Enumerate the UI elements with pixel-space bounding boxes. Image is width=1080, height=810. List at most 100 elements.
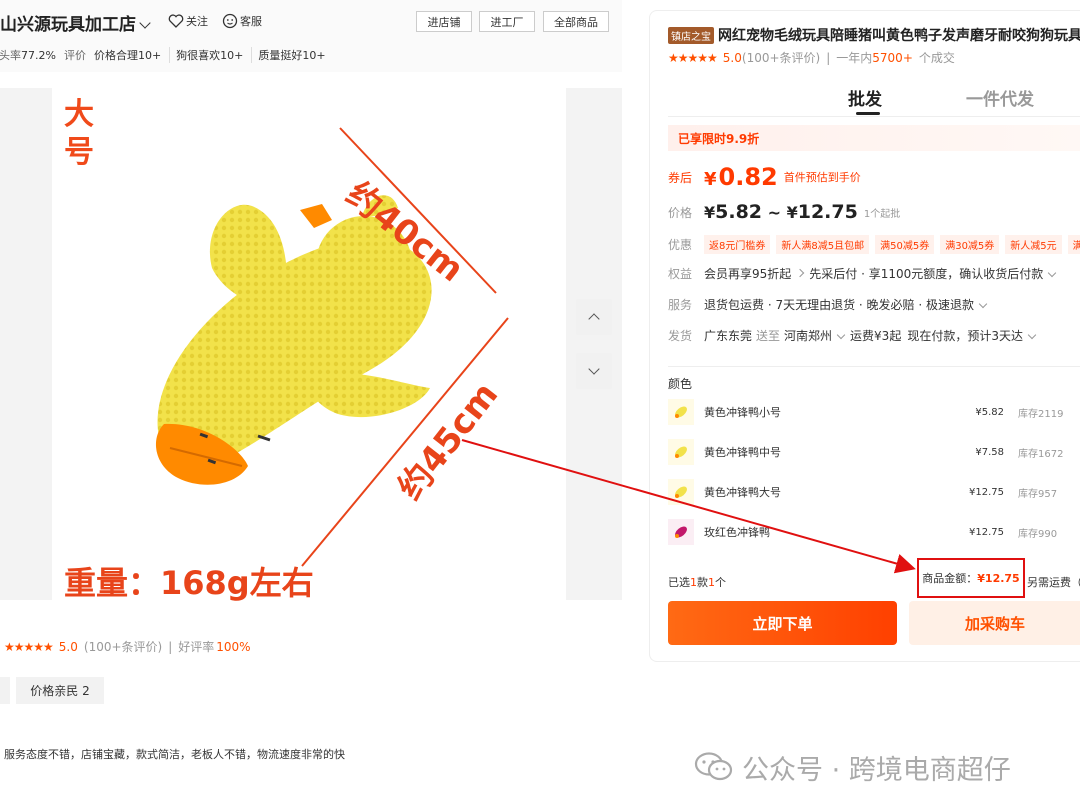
selected-prefix: 已选 bbox=[668, 576, 690, 589]
currency-symbol: ¥ bbox=[704, 169, 717, 190]
shipping-eta: 现在付款，预计3天达 bbox=[907, 329, 1023, 343]
price-low: 5.82 bbox=[715, 201, 763, 223]
tab-dropship[interactable]: 一件代发 bbox=[966, 85, 1034, 110]
enter-store-button[interactable]: 进店铺 bbox=[416, 11, 472, 32]
sku-stock: 库存990 bbox=[1018, 528, 1058, 540]
coupon-chip[interactable]: 满50减5券 bbox=[875, 235, 935, 254]
coupon-chip[interactable]: 新人减5元 bbox=[1005, 235, 1062, 254]
chevron-down-icon bbox=[588, 363, 600, 375]
sku-row[interactable]: 黄色冲锋鸭大号 ¥12.75 库存957 bbox=[668, 474, 1080, 510]
weight-label: 重量：168g左右 bbox=[64, 564, 314, 602]
services-label: 服务 bbox=[668, 298, 693, 312]
customer-service-button[interactable]: 客服 bbox=[222, 13, 262, 29]
product-review-count[interactable]: (100+条评价) bbox=[742, 49, 820, 66]
product-meta: ★★★★★ 5.0 (100+条评价) | 一年内 5700+ 个成交 bbox=[668, 49, 955, 66]
sku-name: 玫红色冲锋鸭 bbox=[704, 526, 770, 539]
image-next-button[interactable] bbox=[576, 353, 612, 389]
discount-label: 优惠 bbox=[668, 238, 693, 252]
store-tag[interactable]: 价格合理10+ bbox=[94, 47, 161, 63]
coupon-price: ¥ 0.82 bbox=[704, 163, 778, 191]
product-title: 网红宠物毛绒玩具陪睡猪叫黄色鸭子发声磨牙耐咬狗狗玩具 bbox=[718, 28, 1080, 44]
sku-thumbnail bbox=[668, 399, 694, 425]
coupon-note: 首件预估到手价 bbox=[783, 171, 861, 184]
review-summary[interactable]: ★★★★★ 5.0 (100+条评价) | 好评率 100% bbox=[4, 638, 251, 655]
chevron-right-icon bbox=[796, 268, 805, 277]
selected-qty: 1 bbox=[708, 576, 715, 589]
sku-price: ¥7.58 bbox=[975, 446, 1004, 458]
benefits-text: 会员再享95折起 bbox=[704, 267, 792, 281]
heart-plus-icon bbox=[168, 14, 184, 28]
enter-factory-button[interactable]: 进工厂 bbox=[479, 11, 535, 32]
price-label: 价格 bbox=[668, 205, 693, 220]
coupon-chip[interactable]: 满 bbox=[1067, 235, 1080, 254]
benefits-label: 权益 bbox=[668, 267, 693, 281]
total-amount-highlight: 商品金额： ¥12.75 bbox=[917, 558, 1025, 598]
store-tag[interactable]: 狗很喜欢10+ bbox=[169, 47, 243, 63]
shipping-label: 发货 bbox=[668, 329, 693, 343]
ship-to-label: 送至 bbox=[756, 329, 781, 343]
buy-now-button[interactable]: 立即下单 bbox=[668, 601, 897, 645]
sales-label: 一年内 bbox=[836, 51, 873, 65]
chevron-down-icon bbox=[139, 17, 151, 29]
review-tag[interactable]: 价格亲民 2 bbox=[16, 677, 104, 704]
image-prev-button[interactable] bbox=[576, 299, 612, 335]
range-tilde: ~ bbox=[767, 203, 782, 222]
store-tag[interactable]: 质量挺好10+ bbox=[251, 47, 326, 63]
coupon-chip[interactable]: 返8元门槛券 bbox=[704, 235, 771, 254]
benefits-text-2: 先采后付 · 享1100元额度，确认收货后付款 bbox=[809, 267, 1044, 281]
coupon-price-row: 券后 ¥ 0.82 首件预估到手价 bbox=[668, 163, 861, 191]
wechat-icon bbox=[694, 752, 733, 781]
sku-price: ¥12.75 bbox=[969, 526, 1004, 538]
all-products-button[interactable]: 全部商品 bbox=[543, 11, 609, 32]
store-header: 山兴源玩具加工店 关注 客服 进店铺 进工厂 全部商品 回头率 77.2% 评价… bbox=[0, 0, 622, 72]
smile-chat-icon bbox=[222, 13, 238, 29]
product-image-canvas bbox=[52, 88, 566, 600]
chevron-down-icon bbox=[978, 299, 988, 308]
sku-name: 黄色冲锋鸭小号 bbox=[704, 406, 781, 419]
total-amount: ¥12.75 bbox=[977, 571, 1020, 585]
selected-kinds: 1 bbox=[690, 576, 697, 589]
extra-shipping-note: 另需运费（ bbox=[1027, 576, 1080, 589]
coupon-label: 券后 bbox=[668, 170, 693, 185]
store-name-text: 山兴源玩具加工店 bbox=[0, 15, 136, 35]
watermark-text: 公众号 · 跨境电商超仔 bbox=[742, 754, 1011, 786]
shipping-row: 发货 广东东莞 送至 河南郑州 运费¥3起 现在付款，预计3天达 bbox=[668, 327, 1041, 344]
chevron-down-icon bbox=[1027, 330, 1037, 339]
sku-name: 黄色冲锋鸭大号 bbox=[704, 486, 781, 499]
separator: | bbox=[168, 639, 173, 654]
repeat-rate-value: 77.2% bbox=[21, 48, 56, 62]
sku-row[interactable]: 黄色冲锋鸭中号 ¥7.58 库存1672 bbox=[668, 434, 1080, 470]
tab-wholesale[interactable]: 批发 bbox=[848, 85, 882, 110]
selected-summary: 已选1款1个 bbox=[668, 574, 726, 590]
service-label: 客服 bbox=[240, 15, 262, 28]
sku-row[interactable]: 黄色冲锋鸭小号 ¥5.82 库存2119 bbox=[668, 394, 1080, 430]
sku-price: ¥12.75 bbox=[969, 486, 1004, 498]
sku-name: 黄色冲锋鸭中号 bbox=[704, 446, 781, 459]
price-high: 12.75 bbox=[797, 201, 858, 223]
add-to-cart-button[interactable]: 加采购车 bbox=[909, 601, 1080, 645]
review-text: 服务态度不错，店铺宝藏，款式简洁，老板人不错，物流速度非常的快 bbox=[4, 748, 345, 761]
services-text: 退货包运费 · 7天无理由退货 · 晚发必赔 · 极速退款 bbox=[704, 298, 974, 312]
sku-row[interactable]: 玫红色冲锋鸭 ¥12.75 库存990 bbox=[668, 514, 1080, 550]
store-name[interactable]: 山兴源玩具加工店 bbox=[0, 10, 151, 35]
currency-symbol: ¥ bbox=[704, 203, 716, 222]
sales-suffix: 个成交 bbox=[918, 51, 955, 65]
purchase-mode-tabs: 批发 一件代发 bbox=[668, 81, 1080, 117]
coupon-chip[interactable]: 满30减5券 bbox=[940, 235, 1000, 254]
ship-to-select[interactable]: 河南郑州 bbox=[784, 327, 832, 344]
review-tag-partial[interactable] bbox=[0, 677, 10, 704]
sku-thumbnail bbox=[668, 479, 694, 505]
services-row[interactable]: 服务 退货包运费 · 7天无理由退货 · 晚发必赔 · 极速退款 bbox=[668, 296, 992, 313]
sku-stock: 库存957 bbox=[1018, 488, 1058, 500]
sku-stock: 库存1672 bbox=[1018, 448, 1064, 460]
product-info-panel: 镇店之宝 网红宠物毛绒玩具陪睡猪叫黄色鸭子发声磨牙耐咬狗狗玩具 ★★★★★ 5.… bbox=[649, 10, 1080, 662]
benefits-row[interactable]: 权益 会员再享95折起 先采后付 · 享1100元额度，确认收货后付款 bbox=[668, 265, 1061, 282]
duck-toy-image bbox=[155, 127, 509, 567]
shipping-fee: 运费¥3起 bbox=[850, 329, 902, 343]
rating-score: 5.0 bbox=[58, 639, 78, 654]
chevron-down-icon bbox=[836, 330, 846, 339]
follow-button[interactable]: 关注 bbox=[168, 13, 208, 29]
coupon-chip[interactable]: 新人满8减5且包邮 bbox=[776, 235, 870, 254]
store-treasure-badge: 镇店之宝 bbox=[668, 26, 714, 44]
product-rating: 5.0 bbox=[722, 50, 742, 65]
